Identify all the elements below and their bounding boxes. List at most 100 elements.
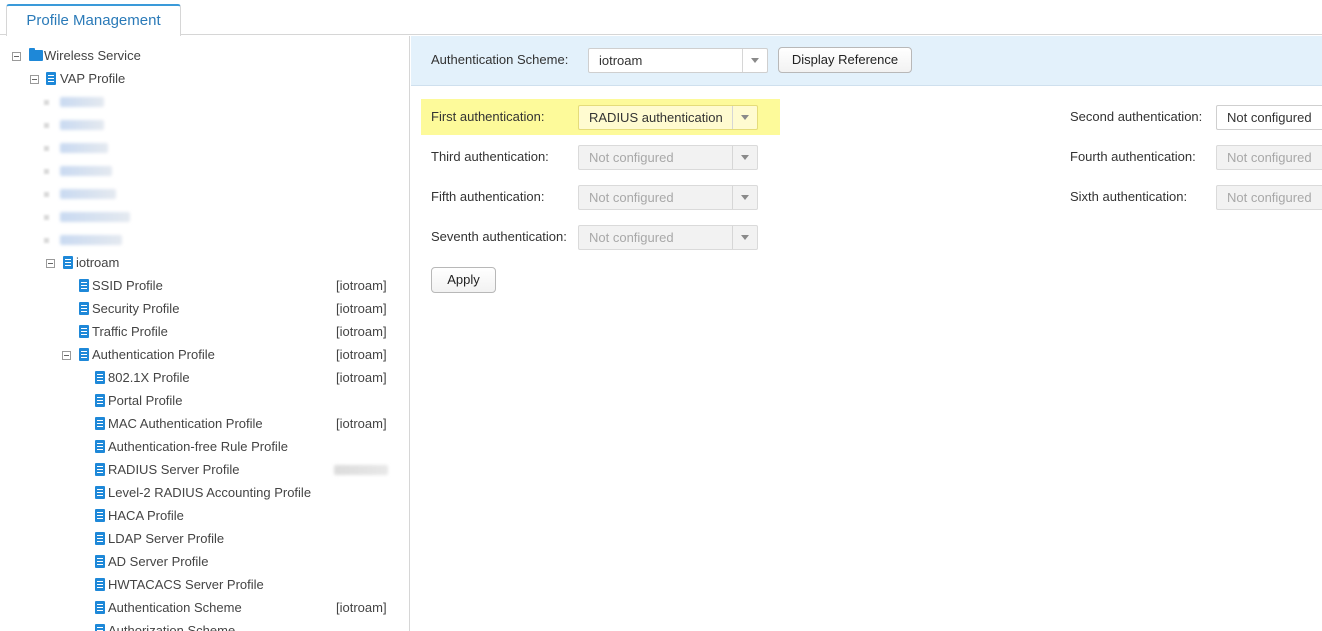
third-authentication-select[interactable]: Not configured xyxy=(578,145,758,170)
third-authentication-label: Third authentication: xyxy=(431,149,549,164)
tree-node-haca-profile[interactable]: HACA Profile xyxy=(0,506,409,526)
tree-node-level2-radius-accounting-profile[interactable]: Level-2 RADIUS Accounting Profile xyxy=(0,483,409,503)
blurred-reference-tag xyxy=(334,465,388,475)
tree-node-label: MAC Authentication Profile xyxy=(108,416,263,431)
blurred-toggle xyxy=(44,100,49,105)
reference-tag: [iotroam] xyxy=(336,600,387,615)
first-authentication-label: First authentication: xyxy=(431,109,545,124)
tree-node-blurred[interactable] xyxy=(44,92,124,112)
tree-node-label: HWTACACS Server Profile xyxy=(108,577,264,592)
tree-node-label: Authentication-free Rule Profile xyxy=(108,439,288,454)
reference-tag: [iotroam] xyxy=(336,301,387,316)
chevron-down-icon[interactable] xyxy=(742,49,767,72)
profile-icon xyxy=(95,463,105,476)
profile-icon xyxy=(95,555,105,568)
tree-node-blurred[interactable] xyxy=(44,138,124,158)
blurred-label xyxy=(60,166,112,176)
tree-node-blurred[interactable] xyxy=(44,230,134,250)
tree-node-label: Portal Profile xyxy=(108,393,183,408)
tree-node-label: HACA Profile xyxy=(108,508,184,523)
tree-node-authentication-profile[interactable]: Authentication Profile [iotroam] xyxy=(0,345,409,365)
scheme-select-value: iotroam xyxy=(599,53,643,68)
profile-icon xyxy=(79,348,89,361)
display-reference-button[interactable]: Display Reference xyxy=(778,47,912,73)
apply-button[interactable]: Apply xyxy=(431,267,496,293)
chevron-down-icon[interactable] xyxy=(732,186,757,209)
sixth-authentication-select[interactable]: Not configured xyxy=(1216,185,1322,210)
chevron-down-icon[interactable] xyxy=(732,226,757,249)
tree-node-blurred[interactable] xyxy=(44,184,124,204)
tree-node-8021x-profile[interactable]: 802.1X Profile [iotroam] xyxy=(0,368,409,388)
blurred-label xyxy=(60,189,116,199)
tree-node-traffic-profile[interactable]: Traffic Profile [iotroam] xyxy=(0,322,409,342)
fifth-authentication-select[interactable]: Not configured xyxy=(578,185,758,210)
tab-profile-management[interactable]: Profile Management xyxy=(6,4,181,36)
fourth-authentication-value: Not configured xyxy=(1227,150,1312,165)
authentication-scheme-panel: Authentication Scheme: iotroam Display R… xyxy=(411,36,1322,631)
blurred-label xyxy=(60,212,130,222)
second-authentication-select[interactable]: Not configured xyxy=(1216,105,1322,130)
tree-node-label: Authentication Scheme xyxy=(108,600,242,615)
fourth-authentication-select[interactable]: Not configured xyxy=(1216,145,1322,170)
collapse-toggle-icon[interactable] xyxy=(62,351,71,360)
tree-node-ldap-server-profile[interactable]: LDAP Server Profile xyxy=(0,529,409,549)
tree-node-authentication-scheme[interactable]: Authentication Scheme [iotroam] xyxy=(0,598,409,618)
tree-node-hwtacacs-server-profile[interactable]: HWTACACS Server Profile xyxy=(0,575,409,595)
tree-node-mac-authentication-profile[interactable]: MAC Authentication Profile [iotroam] xyxy=(0,414,409,434)
third-authentication-value: Not configured xyxy=(589,150,674,165)
seventh-authentication-label: Seventh authentication: xyxy=(431,229,567,244)
tree-node-label: Wireless Service xyxy=(44,48,141,63)
blurred-toggle xyxy=(44,192,49,197)
tree-node-ssid-profile[interactable]: SSID Profile [iotroam] xyxy=(0,276,409,296)
second-authentication-value: Not configured xyxy=(1227,110,1312,125)
profile-icon xyxy=(46,72,56,85)
profile-icon xyxy=(95,509,105,522)
tree-node-blurred[interactable] xyxy=(44,161,124,181)
tree-node-label: Traffic Profile xyxy=(92,324,168,339)
tree-node-blurred[interactable] xyxy=(44,207,134,227)
tree-node-radius-server-profile[interactable]: RADIUS Server Profile xyxy=(0,460,409,480)
sixth-authentication-label: Sixth authentication: xyxy=(1070,189,1188,204)
reference-tag: [iotroam] xyxy=(336,370,387,385)
tree-node-label: Authentication Profile xyxy=(92,347,215,362)
tree-node-blurred[interactable] xyxy=(44,115,124,135)
profile-icon xyxy=(95,417,105,430)
tree-node-authentication-free-rule-profile[interactable]: Authentication-free Rule Profile xyxy=(0,437,409,457)
tree-node-authorization-scheme[interactable]: Authorization Scheme xyxy=(0,621,409,631)
tree-node-security-profile[interactable]: Security Profile [iotroam] xyxy=(0,299,409,319)
folder-icon xyxy=(29,48,43,61)
reference-tag: [iotroam] xyxy=(336,416,387,431)
seventh-authentication-select[interactable]: Not configured xyxy=(578,225,758,250)
profile-icon xyxy=(95,601,105,614)
tab-bar: Profile Management xyxy=(0,0,1322,36)
profile-icon xyxy=(95,440,105,453)
first-authentication-value: RADIUS authentication xyxy=(589,110,723,125)
chevron-down-icon[interactable] xyxy=(732,106,757,129)
first-authentication-select[interactable]: RADIUS authentication xyxy=(578,105,758,130)
profile-icon xyxy=(95,624,105,631)
profile-icon xyxy=(63,256,73,269)
seventh-authentication-value: Not configured xyxy=(589,230,674,245)
profile-icon xyxy=(95,394,105,407)
tree-node-label: 802.1X Profile xyxy=(108,370,190,385)
tree-node-label: Level-2 RADIUS Accounting Profile xyxy=(108,485,312,500)
second-authentication-label: Second authentication: xyxy=(1070,109,1203,124)
collapse-toggle-icon[interactable] xyxy=(30,75,39,84)
reference-tag: [iotroam] xyxy=(336,324,387,339)
profile-icon xyxy=(79,279,89,292)
chevron-down-icon[interactable] xyxy=(732,146,757,169)
collapse-toggle-icon[interactable] xyxy=(46,259,55,268)
tree-node-ad-server-profile[interactable]: AD Server Profile xyxy=(0,552,409,572)
tree-node-label: iotroam xyxy=(76,255,120,270)
blurred-label xyxy=(60,120,104,130)
tree-node-label: RADIUS Server Profile xyxy=(108,462,240,477)
profile-icon xyxy=(95,371,105,384)
scheme-select[interactable]: iotroam xyxy=(588,48,768,73)
profile-icon xyxy=(79,302,89,315)
tree-node-portal-profile[interactable]: Portal Profile xyxy=(0,391,409,411)
tree-node-label: VAP Profile xyxy=(60,71,126,86)
fifth-authentication-value: Not configured xyxy=(589,190,674,205)
fifth-authentication-label: Fifth authentication: xyxy=(431,189,545,204)
profile-icon xyxy=(95,532,105,545)
collapse-toggle-icon[interactable] xyxy=(12,52,21,61)
